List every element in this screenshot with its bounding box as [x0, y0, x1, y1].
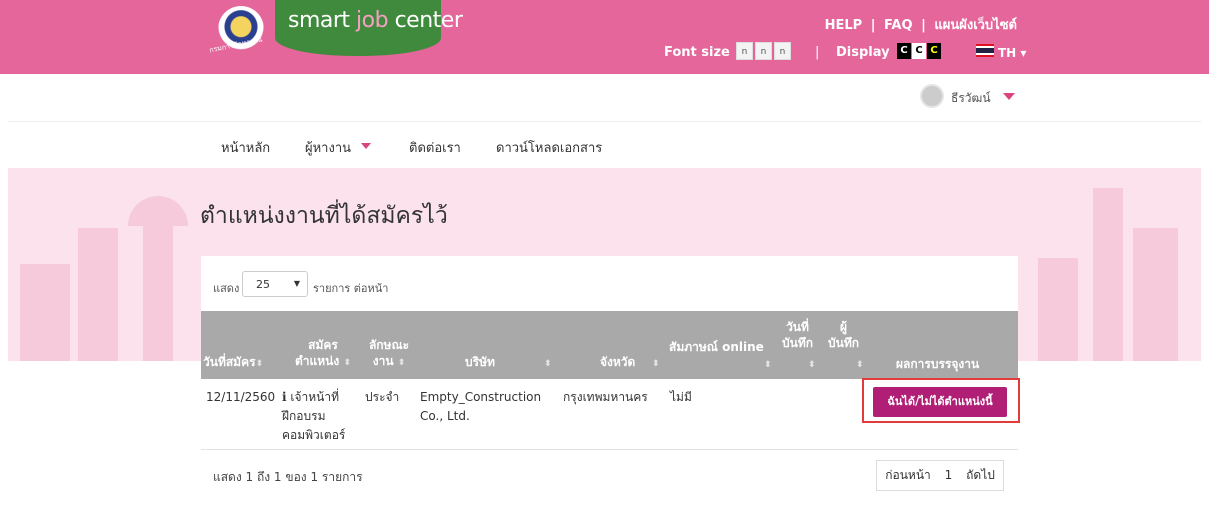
col-job-type-label-1: ลักษณะ — [368, 338, 410, 352]
logo-part-job: job — [356, 8, 389, 33]
help-links: HELP | FAQ | แผนผังเว็บไซต์ — [823, 14, 1019, 35]
sort-icon: ⬍ — [255, 359, 264, 369]
info-icon[interactable]: i — [282, 390, 287, 404]
sort-icon[interactable]: ⬍ — [808, 357, 816, 373]
page-length-suffix: รายการ ต่อหน้า — [313, 282, 389, 295]
col-recorder-label-1: ผู้ — [839, 320, 848, 334]
col-result-label: ผลการบรรจุงาน — [896, 357, 980, 371]
col-job-type[interactable]: ลักษณะงาน ⬍ — [364, 337, 414, 371]
page-length-prefix: แสดง — [213, 282, 240, 295]
cell-position-line-2: ฝึกอบรม — [282, 409, 326, 423]
sort-icon[interactable]: ⬍ — [856, 357, 864, 373]
cell-position: i เจ้าหน้าที่ฝึกอบรมคอมพิวเตอร์ — [282, 388, 362, 445]
pagination-page-1[interactable]: 1 — [939, 460, 959, 491]
col-company-label: บริษัท — [465, 355, 495, 369]
cell-company-line-1: Empty_Construction — [420, 390, 542, 404]
pagination-prev[interactable]: ก่อนหน้า — [876, 460, 940, 491]
cell-apply-date: 12/11/2560 — [206, 390, 276, 404]
sort-icon[interactable]: ⬍ — [764, 357, 772, 373]
sort-icon[interactable]: ⬍ — [652, 356, 660, 372]
result-button[interactable]: ฉันได้/ไม่ได้ตำแหน่งนี้ — [873, 387, 1007, 417]
col-interview-label: สัมภาษณ์ online — [669, 340, 764, 354]
thai-flag-icon[interactable] — [976, 44, 994, 57]
nav-download[interactable]: ดาวน์โหลดเอกสาร — [496, 137, 602, 158]
display-contrast-button[interactable]: C — [927, 43, 941, 59]
row-divider — [201, 449, 1018, 450]
cell-position-line-1: เจ้าหน้าที่ — [290, 390, 340, 404]
cell-position-line-3: คอมพิวเตอร์ — [282, 428, 346, 442]
col-province-label: จังหวัด — [600, 355, 636, 369]
font-size-label: Font size — [664, 45, 730, 60]
header-separator: | — [815, 45, 820, 60]
faq-link[interactable]: FAQ — [884, 18, 913, 33]
page-title: ตำแหน่งงานที่ได้สมัครไว้ — [200, 203, 448, 229]
help-link[interactable]: HELP — [825, 18, 863, 33]
font-size-small-button[interactable]: n — [736, 42, 753, 60]
site-logo[interactable]: smart job center — [288, 8, 463, 33]
nav-caret-icon[interactable] — [361, 143, 371, 149]
col-recorder-label-2: บันทึก — [828, 336, 859, 350]
display-normal-button[interactable]: C — [897, 43, 911, 59]
col-position[interactable]: สมัครตำแหน่ง ⬍ — [287, 337, 359, 371]
cell-interview: ไม่มี — [670, 390, 692, 404]
col-record-date-label-1: วันที่ — [786, 320, 809, 334]
cell-province: กรุงเทพมหานคร — [563, 390, 648, 404]
user-name[interactable]: ธีรวัฒน์ — [951, 89, 991, 108]
col-apply-date[interactable]: วันที่สมัคร⬍ — [203, 354, 263, 372]
sort-icon: ⬍ — [343, 358, 351, 368]
nav-contact[interactable]: ติดต่อเรา — [409, 137, 461, 158]
cell-job-type: ประจำ — [365, 390, 400, 404]
top-header — [0, 0, 1209, 74]
col-province[interactable]: จังหวัด — [600, 354, 635, 370]
font-size-large-button[interactable]: n — [774, 42, 791, 60]
font-size-medium-button[interactable]: n — [755, 42, 772, 60]
col-company[interactable]: บริษัท — [465, 354, 495, 370]
col-job-type-label-2: งาน — [372, 354, 394, 368]
col-record-date[interactable]: วันที่บันทึก — [782, 319, 813, 351]
divider — [8, 121, 1201, 122]
logo-part-center: center — [388, 8, 463, 33]
language-selector[interactable]: TH ▾ — [998, 46, 1026, 60]
link-separator: | — [870, 18, 876, 33]
display-white-button[interactable]: C — [912, 43, 926, 59]
col-record-date-label-2: บันทึก — [782, 336, 813, 350]
col-recorder[interactable]: ผู้บันทึก — [828, 319, 859, 351]
link-separator: | — [921, 18, 926, 33]
col-position-label-2: ตำแหน่ง — [295, 354, 340, 368]
col-interview[interactable]: สัมภาษณ์ online — [669, 339, 764, 355]
col-position-label-1: สมัคร — [308, 338, 338, 352]
pagination-next[interactable]: ถัดไป — [958, 460, 1004, 491]
user-menu-caret-icon[interactable] — [1003, 93, 1015, 100]
cell-company-line-2: Co., Ltd. — [420, 409, 470, 423]
avatar[interactable] — [920, 84, 944, 108]
page-length-value: 25 — [256, 278, 270, 291]
sort-icon[interactable]: ⬍ — [544, 356, 552, 372]
select-arrow-icon: ▼ — [293, 279, 300, 288]
nav-home[interactable]: หน้าหลัก — [221, 137, 270, 158]
display-label: Display — [836, 45, 890, 60]
cell-company: Empty_Construction Co., Ltd. — [420, 388, 541, 426]
col-apply-date-label: วันที่สมัคร — [203, 355, 256, 369]
logo-part-smart: smart — [288, 8, 357, 33]
nav-job-seeker[interactable]: ผู้หางาน — [305, 137, 351, 158]
sort-icon: ⬍ — [397, 358, 406, 368]
page-length-select[interactable]: 25 ▼ — [242, 271, 308, 297]
sitemap-link[interactable]: แผนผังเว็บไซต์ — [934, 18, 1017, 33]
col-result[interactable]: ผลการบรรจุงาน — [896, 356, 979, 372]
table-info: แสดง 1 ถึง 1 ของ 1 รายการ — [213, 470, 363, 484]
